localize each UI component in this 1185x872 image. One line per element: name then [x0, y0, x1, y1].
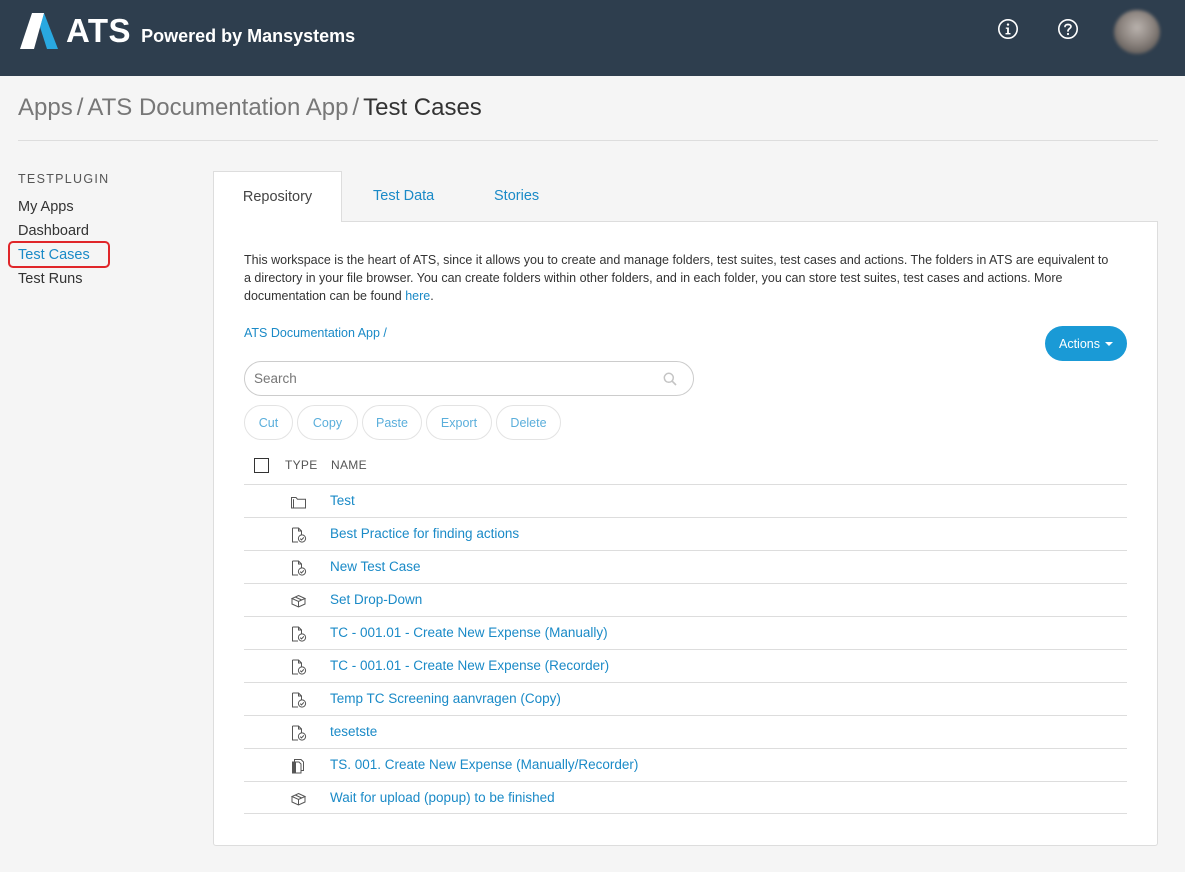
- logo-text: ATS: [66, 12, 132, 49]
- copy-button[interactable]: Copy: [297, 405, 358, 440]
- paste-button[interactable]: Paste: [362, 405, 422, 440]
- breadcrumb-separator: /: [76, 94, 84, 121]
- actions-button[interactable]: Actions: [1045, 326, 1127, 361]
- description-text: This workspace is the heart of ATS, sinc…: [244, 253, 1109, 303]
- breadcrumb-apps[interactable]: Apps: [18, 94, 73, 121]
- tab-test-data[interactable]: Test Data: [373, 171, 434, 222]
- test-case-icon: [292, 626, 307, 642]
- help-icon[interactable]: [1057, 18, 1079, 40]
- column-header-type: TYPE: [285, 458, 318, 472]
- active-item-highlight: [8, 241, 110, 268]
- top-bar: ATS Powered by Mansystems: [0, 0, 1185, 76]
- divider: [18, 140, 1158, 141]
- logo-tagline: Powered by Mansystems: [141, 25, 356, 46]
- sidebar-heading: TESTPLUGIN: [18, 172, 110, 186]
- table-row[interactable]: Set Drop-Down: [244, 583, 1127, 616]
- table-row[interactable]: Test: [244, 484, 1127, 517]
- test-case-icon: [292, 659, 307, 675]
- ats-logo-mark-icon: [20, 13, 58, 49]
- row-name-link[interactable]: TC - 001.01 - Create New Expense (Manual…: [330, 625, 608, 640]
- sidebar-item-test-runs[interactable]: Test Runs: [18, 271, 82, 287]
- search-box: [244, 361, 694, 396]
- search-icon[interactable]: [663, 372, 677, 386]
- breadcrumb-current: Test Cases: [363, 94, 482, 121]
- info-icon[interactable]: [997, 18, 1019, 40]
- actions-label: Actions: [1059, 336, 1100, 351]
- folder-icon: [291, 497, 306, 509]
- table-row[interactable]: Temp TC Screening aanvragen (Copy): [244, 682, 1127, 715]
- table-row[interactable]: tesetste: [244, 715, 1127, 748]
- test-case-icon: [292, 527, 307, 543]
- test-suite-icon: [292, 759, 304, 774]
- user-avatar[interactable]: [1114, 10, 1160, 54]
- test-case-icon: [292, 725, 307, 741]
- row-name-link[interactable]: TS. 001. Create New Expense (Manually/Re…: [330, 757, 638, 772]
- description-suffix: .: [430, 289, 434, 303]
- row-name-link[interactable]: New Test Case: [330, 559, 421, 574]
- breadcrumb-separator: /: [352, 94, 360, 121]
- breadcrumb-app[interactable]: ATS Documentation App: [87, 94, 348, 121]
- folder-path-link[interactable]: ATS Documentation App /: [244, 326, 387, 340]
- test-case-icon: [292, 692, 307, 708]
- table-row[interactable]: TC - 001.01 - Create New Expense (Manual…: [244, 616, 1127, 649]
- table-row[interactable]: TC - 001.01 - Create New Expense (Record…: [244, 649, 1127, 682]
- search-input[interactable]: [254, 362, 654, 395]
- table-row[interactable]: TS. 001. Create New Expense (Manually/Re…: [244, 748, 1127, 781]
- action-icon: [290, 594, 307, 608]
- ats-logo[interactable]: ATS Powered by Mansystems: [18, 13, 355, 49]
- row-name-link[interactable]: Best Practice for finding actions: [330, 526, 519, 541]
- table-row[interactable]: Wait for upload (popup) to be finished: [244, 781, 1127, 814]
- sidebar-item-my-apps[interactable]: My Apps: [18, 199, 74, 215]
- table-row[interactable]: New Test Case: [244, 550, 1127, 583]
- row-name-link[interactable]: Test: [330, 493, 355, 508]
- caret-down-icon: [1105, 341, 1113, 346]
- export-button[interactable]: Export: [426, 405, 492, 440]
- row-name-link[interactable]: Temp TC Screening aanvragen (Copy): [330, 691, 561, 706]
- row-name-link[interactable]: TC - 001.01 - Create New Expense (Record…: [330, 658, 609, 673]
- breadcrumb: Apps / ATS Documentation App / Test Cases: [18, 94, 482, 122]
- delete-button[interactable]: Delete: [496, 405, 561, 440]
- documentation-link[interactable]: here: [405, 289, 430, 303]
- row-name-link[interactable]: tesetste: [330, 724, 377, 739]
- row-name-link[interactable]: Wait for upload (popup) to be finished: [330, 790, 555, 805]
- action-icon: [290, 792, 307, 806]
- tab-stories[interactable]: Stories: [494, 171, 539, 222]
- test-case-icon: [292, 560, 307, 576]
- table-row[interactable]: Best Practice for finding actions: [244, 517, 1127, 550]
- repository-description: This workspace is the heart of ATS, sinc…: [244, 251, 1114, 305]
- cut-button[interactable]: Cut: [244, 405, 293, 440]
- row-name-link[interactable]: Set Drop-Down: [330, 592, 422, 607]
- tab-repository[interactable]: Repository: [213, 171, 342, 222]
- sidebar-item-dashboard[interactable]: Dashboard: [18, 223, 89, 239]
- column-header-name: NAME: [331, 458, 367, 472]
- select-all-checkbox[interactable]: [254, 458, 269, 473]
